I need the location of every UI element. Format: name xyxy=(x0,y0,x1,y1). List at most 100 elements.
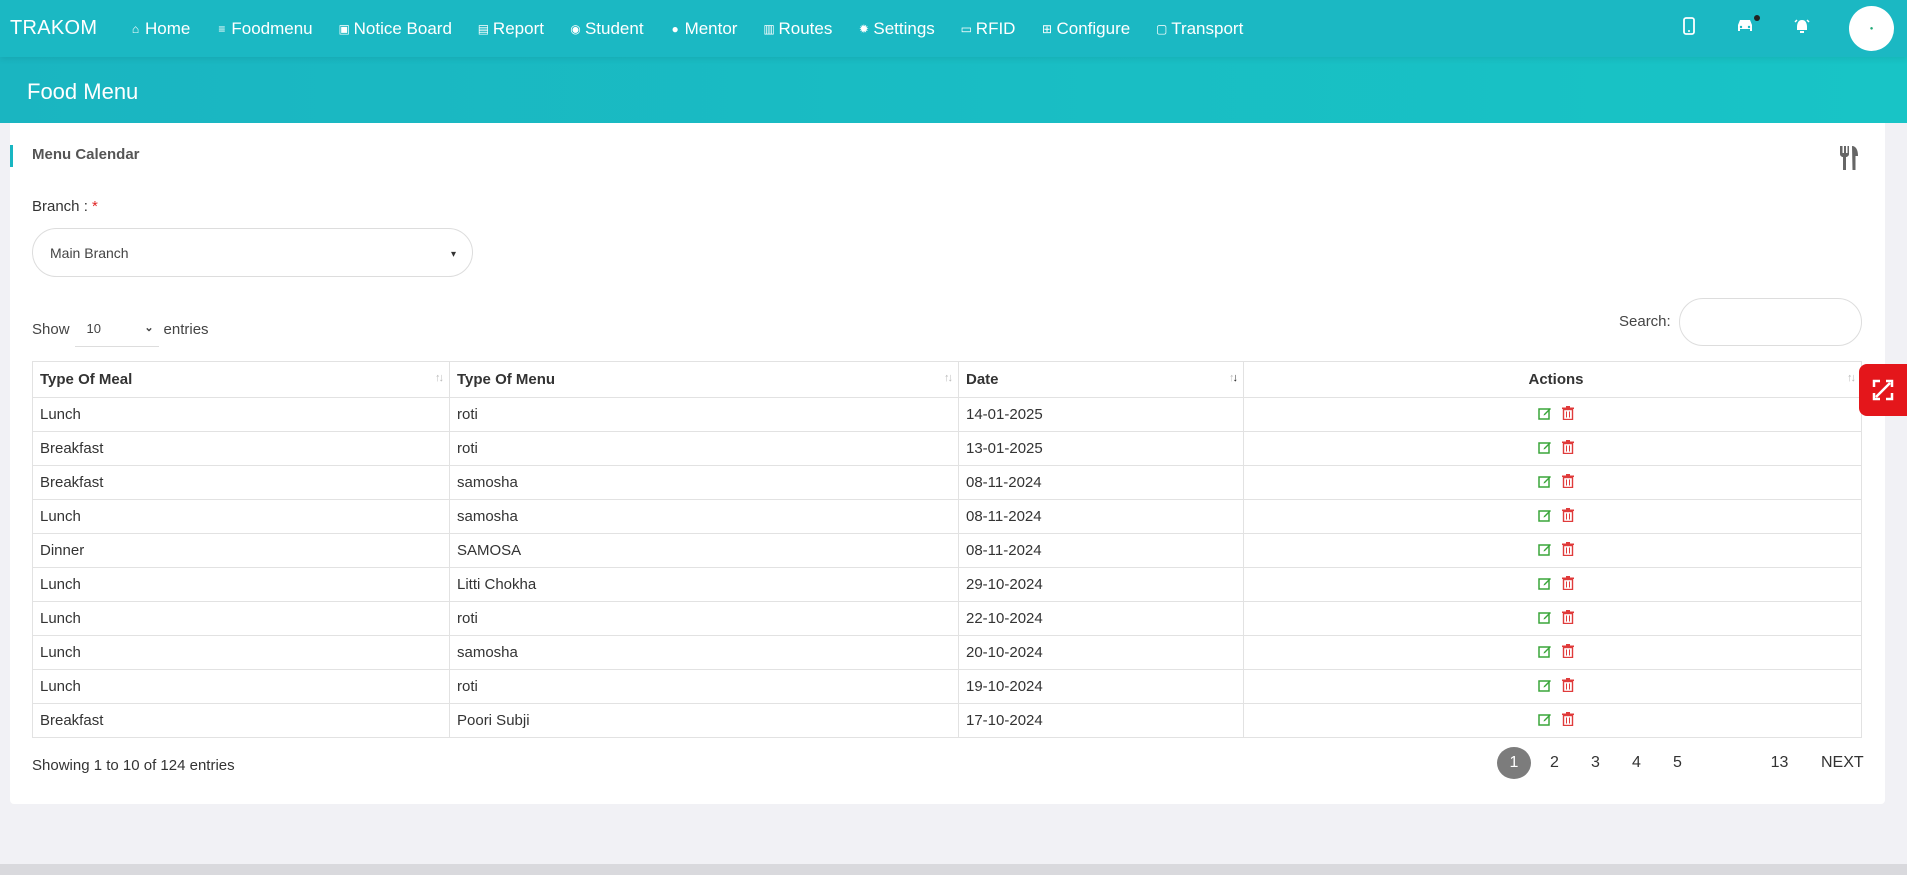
required-marker: * xyxy=(92,198,98,215)
actions-cell xyxy=(1243,499,1862,534)
meal-type-cell: Lunch xyxy=(32,567,450,602)
menu-calendar-card: Menu Calendar Branch : * Main Branch ▾ S… xyxy=(10,123,1885,804)
menu-type-cell: roti xyxy=(449,431,959,466)
trash-icon[interactable] xyxy=(1562,677,1574,692)
edit-icon[interactable] xyxy=(1538,474,1552,488)
trash-icon[interactable] xyxy=(1562,507,1574,522)
actions-cell xyxy=(1243,397,1862,432)
nav-item-mentor[interactable]: ● Mentor xyxy=(669,18,738,39)
sort-icon: ↑↓ xyxy=(1847,372,1856,384)
search-input[interactable] xyxy=(1679,298,1862,346)
utensils-icon xyxy=(1840,146,1858,170)
edit-icon[interactable] xyxy=(1538,542,1552,556)
list-icon: ≡ xyxy=(218,21,226,36)
page-button-2[interactable]: 2 xyxy=(1537,747,1572,779)
table-row: Lunch roti 19-10-2024 xyxy=(32,669,1862,704)
edit-icon[interactable] xyxy=(1538,406,1552,420)
brand-logo[interactable]: TRAKOM xyxy=(10,17,129,40)
menu-type-cell: samosha xyxy=(449,499,959,534)
trash-icon[interactable] xyxy=(1562,711,1574,726)
nav-item-notice-board[interactable]: ▣ Notice Board xyxy=(338,19,451,39)
profile-avatar[interactable]: ● xyxy=(1849,6,1894,51)
table-info: Showing 1 to 10 of 124 entries xyxy=(32,757,235,774)
trash-icon[interactable] xyxy=(1562,439,1574,454)
edit-icon[interactable] xyxy=(1538,712,1552,726)
trash-icon[interactable] xyxy=(1562,609,1574,624)
edit-icon[interactable] xyxy=(1538,440,1552,454)
nav-item-label: Transport xyxy=(1171,18,1244,38)
actions-cell xyxy=(1243,703,1862,738)
search-label: Search: xyxy=(1619,313,1671,330)
nav-item-label: Routes xyxy=(778,18,833,38)
pagination-gap xyxy=(1701,747,1756,779)
edit-icon[interactable] xyxy=(1538,508,1552,522)
date-cell: 08-11-2024 xyxy=(958,533,1244,568)
page-button-3[interactable]: 3 xyxy=(1578,747,1613,779)
menu-type-cell: Poori Subji xyxy=(449,703,959,738)
nav-item-configure[interactable]: ⊞ Configure xyxy=(1040,19,1130,39)
column-header-date[interactable]: Date ↑↓ xyxy=(958,361,1244,398)
table-row: Breakfast roti 13-01-2025 xyxy=(32,431,1862,466)
nav-item-student[interactable]: ◉ Student xyxy=(569,19,643,39)
actions-cell xyxy=(1243,567,1862,602)
pagination: 1 2 3 4 5 13 NEXT xyxy=(1497,747,1870,779)
mobile-icon[interactable] xyxy=(1681,17,1697,40)
nav-item-transport[interactable]: ▢ Transport xyxy=(1155,19,1243,39)
menu-type-cell: roti xyxy=(449,397,959,432)
page-button-5[interactable]: 5 xyxy=(1660,747,1695,779)
trash-icon[interactable] xyxy=(1562,473,1574,488)
date-cell: 20-10-2024 xyxy=(958,635,1244,670)
alarm-icon[interactable] xyxy=(1793,17,1811,40)
meal-type-cell: Breakfast xyxy=(32,703,450,738)
nav-item-label: Mentor xyxy=(684,18,738,38)
nav-item-label: Report xyxy=(492,18,544,38)
trash-icon[interactable] xyxy=(1562,643,1574,658)
table-row: Lunch samosha 08-11-2024 xyxy=(32,499,1862,534)
column-header-type-of-menu[interactable]: Type Of Menu ↑↓ xyxy=(449,361,959,398)
meal-type-cell: Breakfast xyxy=(32,465,450,500)
nav-item-routes[interactable]: ▥ Routes xyxy=(762,19,832,39)
bus-icon: ▢ xyxy=(1156,21,1168,36)
table-row: Lunch roti 22-10-2024 xyxy=(32,601,1862,636)
table-row: Lunch Litti Chokha 29-10-2024 xyxy=(32,567,1862,602)
meal-type-cell: Lunch xyxy=(32,635,450,670)
column-header-actions[interactable]: Actions ↑↓ xyxy=(1243,361,1862,398)
nav-item-foodmenu[interactable]: ≡ Foodmenu xyxy=(215,19,312,39)
card-icon: ▭ xyxy=(960,21,972,36)
table-row: Dinner SAMOSA 08-11-2024 xyxy=(32,533,1862,568)
branch-select[interactable]: Main Branch ▾ xyxy=(32,228,473,277)
car-icon[interactable] xyxy=(1735,15,1760,39)
nav-item-settings[interactable]: ✹ Settings xyxy=(857,19,935,39)
expand-icon[interactable] xyxy=(1859,364,1907,416)
next-page-button[interactable]: NEXT xyxy=(1803,747,1864,779)
entries-length-select[interactable]: 10 ⌄ xyxy=(74,311,159,347)
entries-length-value: 10 xyxy=(86,321,101,336)
nav-item-label: Configure xyxy=(1056,18,1131,38)
date-cell: 29-10-2024 xyxy=(958,567,1244,602)
page-button-last[interactable]: 13 xyxy=(1762,747,1797,779)
nav-item-rfid[interactable]: ▭ RFID xyxy=(960,19,1016,39)
actions-cell xyxy=(1243,431,1862,466)
entries-label: entries xyxy=(163,320,209,338)
page-button-4[interactable]: 4 xyxy=(1619,747,1654,779)
edit-icon[interactable] xyxy=(1538,644,1552,658)
chevron-down-icon: ⌄ xyxy=(144,322,154,334)
table-header-row: Type Of Meal ↑↓ Type Of Menu ↑↓ Date ↑↓ Act… xyxy=(32,361,1862,398)
nav-item-report[interactable]: ▤ Report xyxy=(477,19,544,39)
trash-icon[interactable] xyxy=(1562,541,1574,556)
edit-icon[interactable] xyxy=(1538,576,1552,590)
date-cell: 17-10-2024 xyxy=(958,703,1244,738)
trash-icon[interactable] xyxy=(1562,405,1574,420)
sort-icon: ↑↓ xyxy=(435,372,444,384)
date-cell: 13-01-2025 xyxy=(958,431,1244,466)
trash-icon[interactable] xyxy=(1562,575,1574,590)
food-menu-table: Type Of Meal ↑↓ Type Of Menu ↑↓ Date ↑↓ Act… xyxy=(32,361,1862,738)
edit-icon[interactable] xyxy=(1538,678,1552,692)
column-header-type-of-meal[interactable]: Type Of Meal ↑↓ xyxy=(32,361,450,398)
edit-icon[interactable] xyxy=(1538,610,1552,624)
date-cell: 19-10-2024 xyxy=(958,669,1244,704)
meal-type-cell: Lunch xyxy=(32,397,450,432)
date-cell: 08-11-2024 xyxy=(958,499,1244,534)
nav-item-home[interactable]: ⌂ Home xyxy=(129,19,190,39)
page-button-1[interactable]: 1 xyxy=(1497,747,1531,779)
